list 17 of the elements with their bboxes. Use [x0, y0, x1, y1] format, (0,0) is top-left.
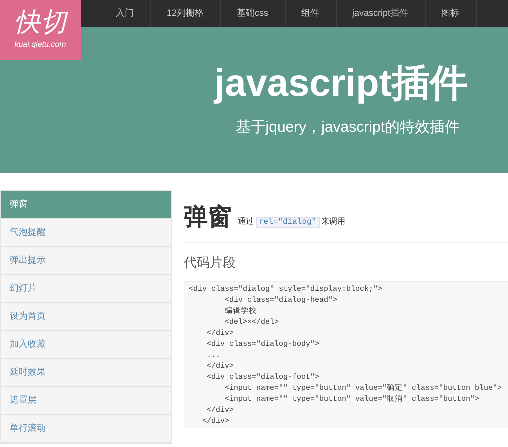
sidebar-item[interactable]: 设为首页	[1, 303, 171, 331]
logo[interactable]: 快切 kuai.qietu.com	[0, 0, 81, 60]
sidebar-item[interactable]: 气泡提醒	[1, 219, 171, 247]
hero-subtitle: 基于jquery，javascript的特效插件	[236, 118, 460, 138]
page-note: 通过 rel="dialog" 来调用	[238, 216, 346, 229]
page-title: 弹窗	[184, 206, 232, 230]
hero-title: javascript插件	[214, 65, 468, 103]
logo-subtitle: kuai.qietu.com	[14, 39, 66, 51]
sidebar-item[interactable]: 幻灯片	[1, 275, 171, 303]
logo-title: 快切	[14, 9, 66, 35]
sidebar-item[interactable]: 延时效果	[1, 359, 171, 387]
sidebar-item[interactable]: 弹窗	[1, 191, 171, 219]
sidebar-item[interactable]: 遮罩层	[1, 387, 171, 415]
sidebar-item[interactable]: 加入收藏	[1, 331, 171, 359]
sidebar-item[interactable]: 单行滚动	[1, 415, 171, 443]
section-title: 代码片段	[184, 254, 237, 272]
sidebar-item[interactable]: 弹出提示	[1, 247, 171, 275]
